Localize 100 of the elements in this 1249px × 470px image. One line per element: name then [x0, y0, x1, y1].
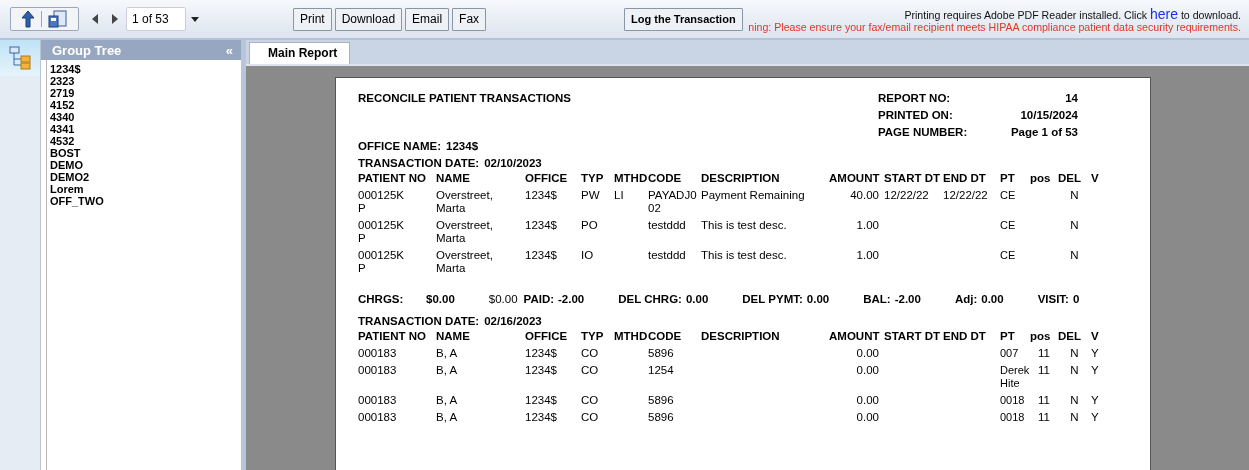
office-cell: 1234$: [525, 364, 557, 376]
tree-item[interactable]: BOST: [50, 147, 241, 159]
column-header: DESCRIPTION: [701, 172, 781, 185]
tree-item[interactable]: 4341: [50, 123, 241, 135]
del-cell: N: [1070, 249, 1079, 261]
patient-no-cell: 000183: [358, 347, 397, 360]
pos-cell: 11: [1038, 411, 1050, 423]
v-cell: Y: [1091, 394, 1099, 406]
del-cell: N: [1070, 364, 1079, 376]
toolbar-button[interactable]: Print: [293, 7, 332, 31]
summary-value: 0: [1072, 293, 1080, 305]
del-cell: N: [1070, 411, 1079, 423]
type-cell: CO: [581, 364, 599, 376]
toolbar-button[interactable]: Download: [334, 7, 403, 31]
column-header: MTHD: [614, 330, 648, 343]
column-header: V: [1091, 172, 1100, 185]
description-cell: This is test desc.: [701, 249, 787, 261]
summary-label: PAID:: [523, 293, 554, 305]
up-arrow-icon[interactable]: [21, 10, 35, 28]
previous-page-icon[interactable]: [91, 14, 99, 24]
pt-cell: 0018: [1000, 394, 1025, 407]
group-tree-icon[interactable]: [9, 46, 31, 70]
meta-value: Page 1 of 53: [1009, 126, 1078, 138]
summary-value: $0.00: [488, 293, 518, 305]
tree-item[interactable]: 4152: [50, 99, 241, 111]
amount-cell: 0.00: [856, 394, 879, 406]
meta-label: REPORT NO:: [878, 92, 952, 104]
next-page-icon[interactable]: [111, 14, 119, 24]
description-cell: This is test desc.: [701, 219, 787, 231]
summary-value: 0.00: [806, 293, 830, 305]
tree-item[interactable]: DEMO: [50, 159, 241, 171]
column-header: CODE: [648, 172, 683, 185]
code-cell: testddd: [648, 219, 686, 232]
summary-value: -2.00: [894, 293, 921, 305]
tree-item[interactable]: 1234$: [50, 63, 241, 75]
office-value: 1234$: [446, 140, 479, 152]
type-cell: CO: [581, 411, 599, 423]
download-link[interactable]: here: [1149, 6, 1178, 22]
tree-item[interactable]: 4532: [50, 135, 241, 147]
column-header: OFFICE: [525, 330, 569, 343]
name-cell-text: Overstreet, Marta: [436, 189, 494, 215]
date-label: TRANSACTION DATE:: [358, 315, 480, 327]
pt-cell: CE: [1000, 219, 1016, 232]
meta-label: PAGE NUMBER:: [878, 126, 969, 138]
description-cell: Payment Remaining: [701, 189, 805, 201]
tree-item[interactable]: 2323: [50, 75, 241, 87]
toolbar-button[interactable]: Fax: [452, 7, 487, 31]
amount-cell: 1.00: [856, 249, 879, 261]
patient-no-cell: 000183: [358, 394, 397, 407]
del-cell: N: [1070, 219, 1079, 231]
office-cell: 1234$: [525, 219, 557, 231]
column-header: AMOUNT: [829, 172, 879, 185]
type-cell: CO: [581, 394, 599, 406]
caret-icon[interactable]: [191, 16, 199, 22]
name-cell-text: Overstreet, Marta: [436, 249, 494, 275]
date-value: 02/10/2023: [484, 157, 542, 169]
column-header: V: [1091, 330, 1100, 343]
date-label: TRANSACTION DATE:: [358, 157, 480, 169]
date-value: 02/16/2023: [484, 315, 542, 327]
summary-label: Adj:: [954, 293, 978, 305]
summary-label: DEL CHRG:: [618, 293, 682, 305]
start-date-cell: 12/22/22: [884, 189, 929, 201]
column-header: NAME: [436, 172, 471, 185]
column-header: START DT: [883, 172, 941, 185]
pt-cell: CE: [1000, 249, 1016, 262]
tree-item[interactable]: 4340: [50, 111, 241, 123]
pt-cell: 007: [1000, 347, 1019, 360]
column-header: CODE: [648, 330, 683, 343]
pos-cell: 11: [1038, 347, 1050, 359]
end-date-cell: 12/22/22: [943, 189, 988, 201]
report-tab[interactable]: Main Report: [249, 42, 351, 64]
tree-item[interactable]: Lorem: [50, 183, 241, 195]
export-icon[interactable]: [48, 10, 68, 28]
patient-no-cell: 000183: [358, 364, 397, 377]
meta-label: PRINTED ON:: [878, 109, 954, 121]
tree-item[interactable]: 2719: [50, 87, 241, 99]
office-cell: 1234$: [525, 189, 557, 201]
amount-cell: 0.00: [856, 347, 879, 359]
tree-item[interactable]: OFF_TWO: [50, 195, 241, 207]
name-cell: B, A: [436, 394, 458, 407]
meta-value: 10/15/2024: [1019, 109, 1078, 121]
column-header: TYP: [581, 330, 605, 343]
summary-label: BAL:: [863, 293, 891, 305]
type-cell: CO: [581, 347, 599, 359]
column-header: PATIENT NO: [358, 330, 427, 343]
method-cell: LI: [614, 189, 624, 201]
summary-value: -2.00: [558, 293, 585, 305]
summary-label: CHRGS:: [358, 293, 405, 305]
amount-cell: 40.00: [850, 189, 879, 201]
column-header: NAME: [436, 330, 471, 343]
column-header: MTHD: [614, 172, 648, 185]
panel-title: Group Tree: [52, 42, 122, 58]
office-cell: 1234$: [525, 394, 557, 406]
page-field[interactable]: 1 of 53: [126, 7, 186, 31]
column-header: DEL: [1058, 172, 1082, 185]
v-cell: Y: [1091, 347, 1099, 359]
log-transaction-button[interactable]: Log the Transaction: [624, 7, 743, 31]
toolbar-button[interactable]: Email: [405, 7, 450, 31]
tree-item[interactable]: DEMO2: [50, 171, 241, 183]
code-cell: 1254: [648, 364, 674, 377]
